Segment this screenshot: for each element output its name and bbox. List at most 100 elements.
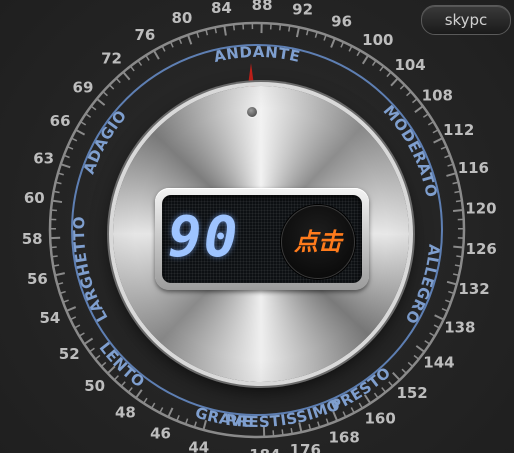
tick-label: 126 [466, 240, 497, 258]
tempo-word-adagio: ADAGIO [80, 106, 131, 176]
scale-tick [51, 199, 63, 204]
tick-label: 60 [24, 189, 45, 207]
scale-tick [50, 246, 57, 249]
scale-tick [448, 290, 455, 295]
scale-tick [187, 34, 193, 45]
scale-tick [386, 71, 392, 78]
tick-label: 160 [364, 409, 395, 427]
scale-tick [70, 316, 77, 321]
scale-tick [78, 332, 85, 337]
scale-tick [184, 418, 189, 425]
scale-tick [59, 290, 66, 295]
tick-label: 96 [331, 13, 352, 31]
scale-tick [454, 264, 461, 267]
tick-label: 52 [59, 345, 80, 363]
scale-tick [196, 31, 200, 38]
scale-tick [427, 121, 434, 126]
scale-tick [330, 37, 336, 48]
scale-tick [424, 340, 431, 345]
scale-tick [113, 375, 119, 381]
scale-tick [129, 65, 135, 72]
tick-label: 56 [27, 270, 48, 288]
scale-tick [89, 347, 95, 353]
scale-tick [452, 209, 464, 212]
tick-label: 116 [458, 159, 489, 177]
scale-tick [433, 137, 443, 144]
scale-tick [290, 427, 293, 435]
tick-label: 50 [84, 377, 105, 395]
scale-tick [445, 299, 452, 303]
scale-tick [137, 60, 143, 66]
scale-tick [71, 137, 78, 142]
scale-tick [83, 337, 94, 345]
scale-tick [340, 41, 345, 48]
scale-tick [80, 121, 87, 126]
scale-tick [100, 361, 107, 367]
scale-tick [446, 280, 457, 286]
scale-tick [53, 264, 60, 267]
scale-tick [288, 25, 291, 32]
tick-label: 176 [290, 441, 321, 453]
tempo-word-andante: ANDANTE [212, 43, 302, 66]
scale-tick [453, 245, 464, 249]
scale-tick [62, 299, 69, 303]
scale-tick [66, 306, 77, 312]
scale-tick [60, 163, 71, 169]
scale-tick [94, 354, 101, 360]
scale-tick [317, 421, 321, 428]
tick-label: 92 [292, 1, 313, 19]
scale-tick [50, 209, 58, 212]
scale-tick [401, 368, 407, 374]
scale-tick [422, 113, 429, 118]
scale-tick [153, 50, 160, 60]
scale-tick [115, 77, 121, 84]
tick-label: 138 [444, 318, 475, 336]
scale-tick [356, 50, 361, 57]
tap-tempo-button[interactable]: 点击 [281, 205, 355, 279]
scale-tick [232, 24, 236, 31]
tick-label: 46 [150, 424, 171, 442]
scale-tick [161, 45, 166, 52]
scale-tick [379, 65, 385, 72]
scale-tick [447, 163, 454, 167]
scale-tick [96, 98, 106, 106]
tick-label: 152 [396, 384, 427, 402]
scale-tick [151, 402, 156, 409]
tick-label: 58 [22, 230, 43, 248]
scale-tick [390, 77, 399, 87]
tick-label: 72 [101, 49, 122, 67]
scale-tick [361, 54, 370, 65]
scale-tick [434, 314, 445, 321]
scale-tick [446, 172, 457, 177]
scale-tick [433, 324, 440, 329]
tick-label: 112 [443, 121, 474, 139]
scale-tick [193, 421, 197, 428]
scale-tick [223, 25, 227, 36]
tick-label: 88 [252, 0, 273, 14]
scale-tick [414, 105, 424, 113]
scale-tick [159, 407, 164, 414]
tick-label: 66 [50, 112, 71, 130]
scale-tick [281, 429, 284, 436]
scale-tick [85, 113, 92, 118]
tick-label: 76 [134, 26, 155, 44]
scale-tick [108, 84, 115, 90]
tick-label: 69 [73, 78, 94, 96]
scale-tick [127, 387, 133, 393]
scale-tick [373, 392, 379, 399]
tick-label: 104 [394, 56, 425, 74]
tick-label: 80 [172, 9, 193, 27]
scale-tick [381, 387, 387, 393]
scale-tick [412, 98, 418, 104]
scale-tick [90, 105, 97, 111]
tick-label: 48 [115, 404, 136, 422]
scale-tick [342, 411, 347, 418]
scale-tick [122, 71, 131, 81]
scale-tick [75, 128, 86, 136]
tick-label: 63 [33, 149, 54, 167]
scale-tick [63, 154, 70, 159]
scale-tick [54, 272, 65, 277]
metronome-app: 44 46 48 50 52 54 56 58 60 63 66 69 72 76 80 84 88 92 96 10… [0, 0, 514, 453]
tick-label: 120 [465, 199, 496, 217]
tick-label: 168 [328, 428, 359, 446]
